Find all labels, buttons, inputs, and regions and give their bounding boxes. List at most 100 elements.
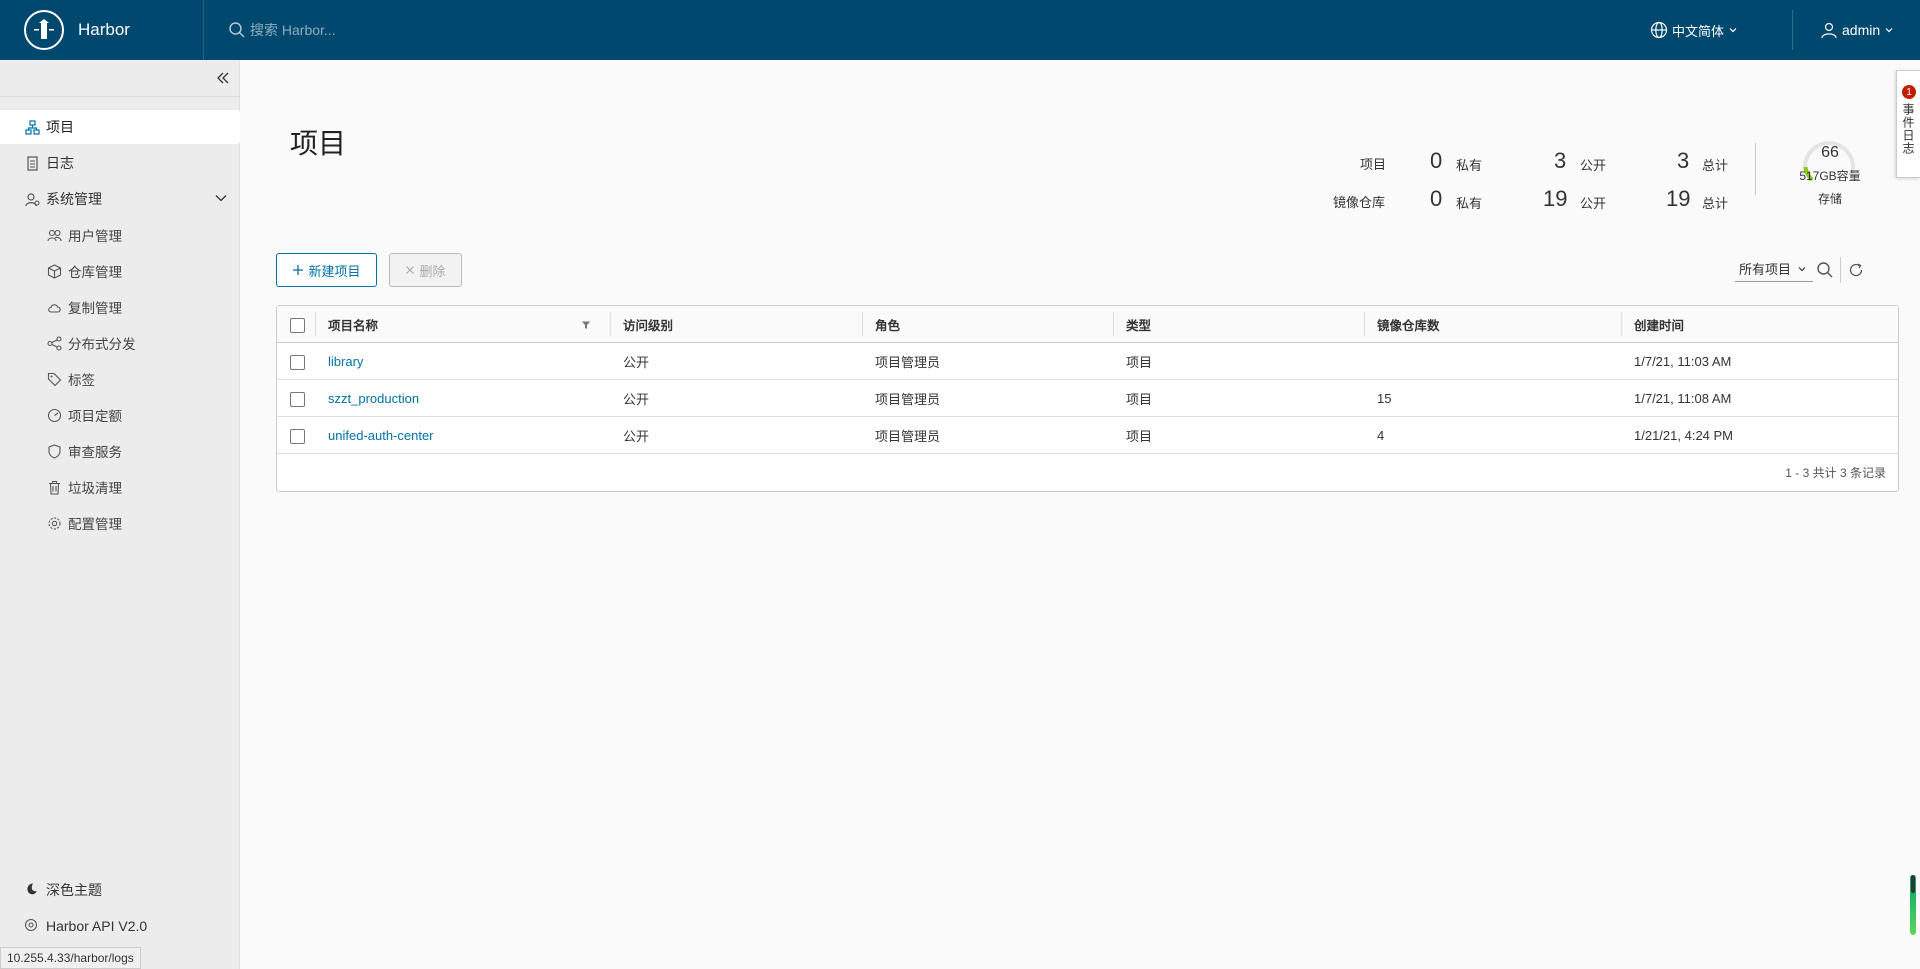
stats-public-label: 公开	[1580, 196, 1607, 211]
sidebar-item-quotas[interactable]: 项目定额	[0, 398, 240, 432]
stats-projects-private: 0	[1430, 148, 1443, 173]
brand-name: Harbor	[78, 20, 130, 39]
storage-capacity: 517GB容量	[1799, 169, 1861, 183]
created-time: 1/7/21, 11:03 AM	[1634, 354, 1732, 369]
sidebar-item-label: 项目定额	[68, 409, 122, 424]
row-checkbox[interactable]	[290, 392, 305, 407]
row-checkbox[interactable]	[290, 355, 305, 370]
stats-projects-public: 3	[1554, 148, 1567, 173]
brand[interactable]: Harbor	[0, 0, 204, 60]
dark-theme-toggle[interactable]: 深色主题	[0, 873, 240, 907]
sidebar-item-admin[interactable]: 系统管理	[0, 182, 240, 216]
share-icon	[46, 335, 62, 351]
sidebar-item-config[interactable]: 配置管理	[0, 506, 240, 540]
access-level: 公开	[623, 355, 650, 370]
created-time: 1/21/21, 4:24 PM	[1634, 428, 1734, 443]
column-header-created[interactable]: 创建时间	[1634, 306, 1684, 343]
access-level: 公开	[623, 429, 650, 444]
search-input[interactable]	[250, 22, 650, 38]
refresh-button[interactable]	[1846, 260, 1866, 280]
filter-icon[interactable]	[581, 320, 591, 330]
stats-projects-label: 项目	[1360, 157, 1387, 172]
filter-search-button[interactable]	[1815, 260, 1835, 280]
column-header-access[interactable]: 访问级别	[623, 306, 673, 343]
api-link[interactable]: Harbor API V2.0	[0, 909, 240, 943]
project-filter-select[interactable]: 所有项目	[1735, 256, 1813, 282]
column-header-role[interactable]: 角色	[875, 306, 900, 343]
cloud-icon	[46, 299, 62, 315]
stats-private-label: 私有	[1456, 158, 1483, 173]
sidebar: 项目 日志 系统管理 用户管理 仓库管理 复制管理 分布式分发 标签 项目定额 …	[0, 60, 240, 969]
stats-private-label: 私有	[1456, 196, 1483, 211]
storage-gauge	[1803, 141, 1855, 182]
role: 项目管理员	[875, 429, 941, 444]
type: 项目	[1126, 355, 1153, 370]
repo-count: 4	[1377, 428, 1385, 443]
stats-repos-label: 镜像仓库	[1333, 195, 1386, 210]
chevron-down-icon	[215, 195, 227, 202]
user-menu[interactable]: admin	[1820, 0, 1894, 60]
refresh-icon	[1849, 263, 1863, 277]
event-log-tab[interactable]: 1 事件日志	[1896, 70, 1920, 178]
stats-public-label: 公开	[1580, 158, 1607, 173]
moon-icon	[24, 882, 40, 899]
row-checkbox[interactable]	[290, 429, 305, 444]
project-name-link[interactable]: unifed-auth-center	[328, 417, 434, 454]
chevron-down-icon	[1798, 266, 1806, 271]
sidebar-item-logs[interactable]: 日志	[0, 146, 240, 180]
globe-icon	[1650, 21, 1668, 39]
sidebar-item-registries[interactable]: 仓库管理	[0, 254, 240, 288]
role: 项目管理员	[875, 355, 941, 370]
stats-projects-total: 3	[1677, 148, 1690, 173]
table-row[interactable]: unifed-auth-center 公开 项目管理员 项目 4 1/21/21…	[277, 417, 1898, 454]
sidebar-item-scanners[interactable]: 审查服务	[0, 434, 240, 468]
search-icon	[229, 22, 245, 38]
sidebar-item-distribution[interactable]: 分布式分发	[0, 326, 240, 360]
select-all-checkbox[interactable]	[290, 318, 305, 333]
pagination-summary: 1 - 3 共计 3 条记录	[1785, 466, 1886, 480]
collapse-sidebar-button[interactable]	[213, 68, 233, 88]
sidebar-item-labels[interactable]: 标签	[0, 362, 240, 396]
delete-button[interactable]: 删除	[389, 253, 462, 287]
dashboard-icon	[46, 407, 62, 423]
column-header-name[interactable]: 项目名称	[328, 306, 378, 343]
new-project-label: 新建项目	[308, 263, 361, 279]
sidebar-item-projects[interactable]: 项目	[0, 110, 240, 144]
column-divider	[1364, 312, 1365, 336]
delete-label: 删除	[419, 263, 446, 279]
project-name-link[interactable]: library	[328, 343, 363, 380]
column-header-type[interactable]: 类型	[1126, 306, 1151, 343]
status-bar-url: 10.255.4.33/harbor/logs	[0, 947, 141, 969]
type: 项目	[1126, 392, 1153, 407]
sidebar-item-label: 分布式分发	[68, 337, 136, 352]
scroll-indicator-handle[interactable]	[1911, 875, 1915, 893]
tag-icon	[46, 371, 62, 387]
stats-repos-total: 19	[1666, 186, 1691, 211]
sidebar-item-label: 垃圾清理	[68, 481, 122, 496]
user-icon	[1821, 22, 1837, 39]
created-time: 1/7/21, 11:08 AM	[1634, 391, 1732, 406]
event-count-badge: 1	[1902, 85, 1916, 99]
project-name-link[interactable]: szzt_production	[328, 380, 419, 417]
projects-table: 项目名称 访问级别 角色 类型 镜像仓库数 创建时间 library 公开 项目…	[276, 305, 1899, 492]
sidebar-item-replication[interactable]: 复制管理	[0, 290, 240, 324]
storage-used: 66	[1821, 144, 1839, 161]
log-icon	[24, 155, 40, 171]
sidebar-item-label: 用户管理	[68, 229, 122, 244]
table-row[interactable]: library 公开 项目管理员 项目 1/7/21, 11:03 AM	[277, 343, 1898, 380]
column-divider	[610, 312, 611, 336]
access-level: 公开	[623, 392, 650, 407]
new-project-button[interactable]: 新建项目	[276, 253, 377, 287]
stats-divider	[1755, 143, 1756, 195]
toolbar-divider	[1840, 257, 1841, 283]
sidebar-item-label: 仓库管理	[68, 265, 122, 280]
language-switcher[interactable]: 中文简体	[1650, 0, 1738, 60]
repo-count: 15	[1377, 391, 1392, 406]
role: 项目管理员	[875, 392, 941, 407]
column-header-repo-count[interactable]: 镜像仓库数	[1377, 306, 1440, 343]
table-row[interactable]: szzt_production 公开 项目管理员 项目 15 1/7/21, 1…	[277, 380, 1898, 417]
column-divider	[1621, 312, 1622, 336]
sidebar-item-users[interactable]: 用户管理	[0, 218, 240, 252]
sidebar-item-label: 复制管理	[68, 301, 122, 316]
sidebar-item-gc[interactable]: 垃圾清理	[0, 470, 240, 504]
